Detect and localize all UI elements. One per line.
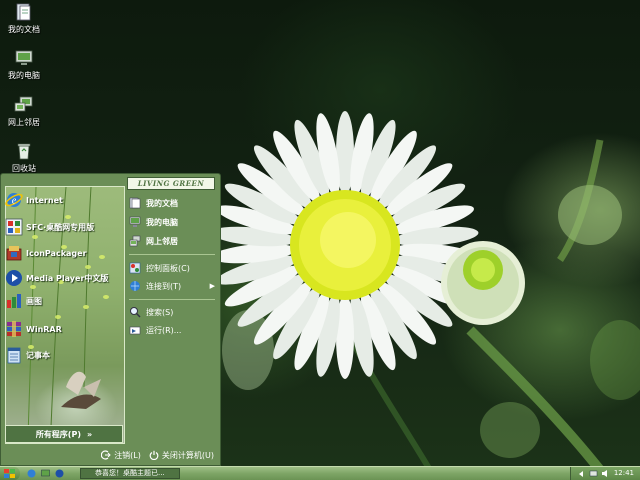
pinned-item-label: WinRAR bbox=[26, 324, 62, 334]
places-item-control-panel[interactable]: 控制面板(C) bbox=[129, 260, 219, 276]
run-icon bbox=[129, 326, 141, 335]
documents-icon bbox=[129, 197, 141, 209]
places-item-network[interactable]: 网上邻居 bbox=[129, 233, 219, 249]
logoff-label: 注销(L) bbox=[114, 450, 141, 460]
desktop-icon-label: 我的文档 bbox=[8, 25, 40, 34]
shutdown-button[interactable]: 关闭计算机(U) bbox=[149, 450, 214, 461]
computer-icon bbox=[129, 216, 141, 227]
places-item-label: 连接到(T) bbox=[146, 281, 182, 291]
chevron-right-icon: » bbox=[87, 429, 93, 439]
places-item-my-computer[interactable]: 我的电脑 bbox=[129, 214, 219, 230]
start-menu: e Internet SFC·桌酷网专用版 IconPackager Media… bbox=[0, 173, 221, 466]
desktop-icon-my-computer[interactable]: 我的电脑 bbox=[2, 48, 46, 81]
all-programs-button[interactable]: 所有程序(P) » bbox=[5, 425, 123, 443]
pinned-item-notepad[interactable]: 记事本 bbox=[5, 345, 115, 365]
logoff-button[interactable]: 注销(L) bbox=[101, 450, 141, 461]
windows-logo-icon bbox=[4, 469, 15, 478]
shutdown-label: 关闭计算机(U) bbox=[161, 450, 214, 460]
tray-arrow-icon[interactable] bbox=[577, 470, 585, 478]
desktop-icon-recycle-bin[interactable]: 回收站 bbox=[2, 141, 46, 174]
network-icon bbox=[129, 235, 141, 247]
logoff-icon bbox=[101, 450, 111, 460]
media-player-icon bbox=[6, 270, 22, 286]
places-item-label: 搜索(S) bbox=[146, 307, 174, 317]
winrar-icon bbox=[7, 321, 21, 337]
desktop-icon-label: 回收站 bbox=[12, 164, 36, 173]
start-menu-places-pane: 我的文档 我的电脑 网上邻居 控制面板(C) 连接到(T) ▶ 搜索(S) 运行… bbox=[125, 186, 220, 444]
start-menu-footer: 注销(L) 关闭计算机(U) bbox=[1, 444, 220, 466]
places-item-label: 控制面板(C) bbox=[146, 263, 190, 273]
places-item-my-documents[interactable]: 我的文档 bbox=[129, 195, 219, 211]
pinned-item-label: Internet bbox=[26, 195, 63, 205]
network-tray-icon[interactable] bbox=[589, 469, 598, 478]
control-panel-icon bbox=[129, 262, 141, 274]
desktop-icon-label: 网上邻居 bbox=[8, 118, 40, 127]
quicklaunch-desktop-icon[interactable] bbox=[41, 469, 50, 478]
sfc-icon bbox=[5, 218, 23, 236]
pinned-item-label: 画图 bbox=[26, 296, 42, 306]
places-item-label: 运行(R)... bbox=[146, 325, 182, 335]
search-icon bbox=[130, 307, 141, 318]
paint-icon bbox=[7, 294, 21, 308]
pinned-item-label: SFC·桌酷网专用版 bbox=[26, 222, 95, 232]
clock[interactable]: 12:41 bbox=[614, 469, 634, 477]
iconpackager-icon bbox=[6, 246, 22, 261]
notepad-icon bbox=[7, 347, 21, 364]
internet-explorer-icon: e bbox=[5, 193, 23, 207]
pinned-item-iconpackager[interactable]: IconPackager bbox=[5, 243, 115, 263]
recycle-bin-icon bbox=[17, 143, 31, 160]
pinned-item-media-player[interactable]: Media Player中文版 bbox=[5, 268, 115, 288]
start-button[interactable] bbox=[0, 467, 20, 480]
volume-icon[interactable] bbox=[601, 469, 610, 478]
places-item-run[interactable]: 运行(R)... bbox=[129, 322, 219, 338]
places-divider bbox=[129, 254, 215, 255]
computer-icon bbox=[15, 50, 33, 65]
folder-documents-icon bbox=[16, 3, 31, 21]
submenu-arrow-icon: ▶ bbox=[209, 282, 215, 290]
pinned-item-sfc[interactable]: SFC·桌酷网专用版 bbox=[5, 217, 115, 237]
quicklaunch-media-icon[interactable] bbox=[55, 469, 64, 478]
desktop-icon-my-documents[interactable]: 我的文档 bbox=[2, 2, 46, 35]
places-item-label: 网上邻居 bbox=[146, 236, 178, 246]
svg-text:e: e bbox=[12, 196, 17, 207]
places-divider bbox=[129, 299, 215, 300]
quicklaunch-ie-icon[interactable] bbox=[27, 469, 36, 478]
connect-icon bbox=[130, 281, 140, 291]
system-tray: 12:41 bbox=[570, 467, 640, 480]
pinned-item-internet[interactable]: e Internet bbox=[5, 190, 115, 210]
power-icon bbox=[149, 450, 159, 460]
places-item-label: 我的电脑 bbox=[146, 217, 178, 227]
places-item-label: 我的文档 bbox=[146, 198, 178, 208]
places-item-connect-to[interactable]: 连接到(T) ▶ bbox=[129, 278, 219, 294]
pinned-item-label: IconPackager bbox=[26, 248, 87, 258]
places-item-search[interactable]: 搜索(S) bbox=[129, 304, 219, 320]
pinned-item-label: 记事本 bbox=[26, 350, 50, 360]
pinned-item-paint[interactable]: 画图 bbox=[5, 291, 115, 311]
taskbar-window-button[interactable]: 恭喜您！桌酷主题已... bbox=[80, 468, 180, 479]
taskbar: 恭喜您！桌酷主题已... 12:41 bbox=[0, 466, 640, 480]
pinned-item-label: Media Player中文版 bbox=[26, 273, 109, 283]
all-programs-label: 所有程序(P) bbox=[35, 429, 81, 439]
pinned-item-winrar[interactable]: WinRAR bbox=[5, 319, 115, 339]
desktop-icon-network[interactable]: 网上邻居 bbox=[2, 95, 46, 128]
network-icon bbox=[14, 96, 33, 112]
taskbar-window-label: 恭喜您！桌酷主题已... bbox=[95, 469, 165, 477]
desktop-icon-label: 我的电脑 bbox=[8, 71, 40, 80]
